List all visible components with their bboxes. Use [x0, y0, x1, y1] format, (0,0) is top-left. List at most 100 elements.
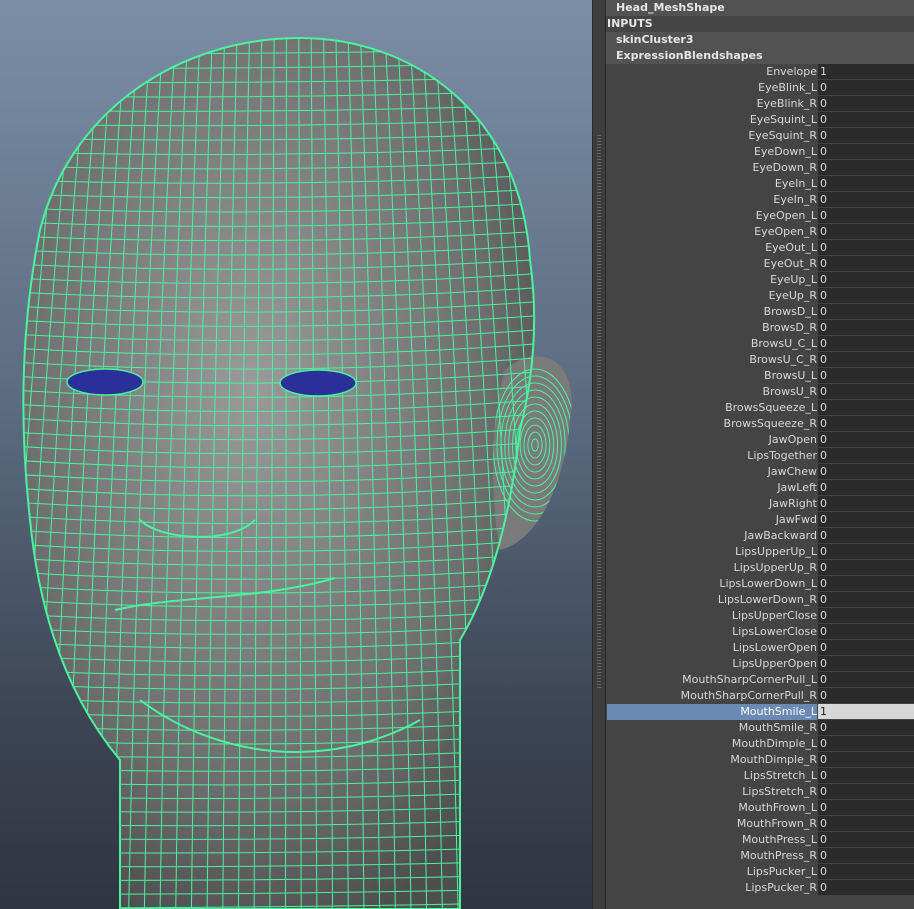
attribute-name[interactable]: Envelope [606, 64, 817, 80]
attribute-name[interactable]: LipsPucker_R [606, 880, 817, 896]
attribute-value-field[interactable]: 0 [818, 480, 914, 495]
attribute-name[interactable]: LipsTogether [606, 448, 817, 464]
attribute-row[interactable]: LipsUpperUp_R 0 [606, 560, 914, 576]
attribute-name[interactable]: JawOpen [606, 432, 817, 448]
attribute-name[interactable]: MouthSmile_L [607, 704, 817, 720]
attribute-row[interactable]: EyeBlink_R 0 [606, 96, 914, 112]
node-title[interactable]: Head_MeshShape [606, 0, 914, 16]
attribute-value-field[interactable]: 0 [818, 720, 914, 735]
attribute-name[interactable]: BrowsU_R [606, 384, 817, 400]
attribute-value-field[interactable]: 0 [818, 544, 914, 559]
attribute-name[interactable]: EyeIn_L [606, 176, 817, 192]
attribute-name[interactable]: LipsStretch_L [606, 768, 817, 784]
attribute-row[interactable]: BrowsD_L 0 [606, 304, 914, 320]
attribute-name[interactable]: LipsPucker_L [606, 864, 817, 880]
attribute-name[interactable]: EyeOpen_L [606, 208, 817, 224]
attribute-row[interactable]: EyeDown_R 0 [606, 160, 914, 176]
attribute-value-field[interactable]: 0 [818, 144, 914, 159]
attribute-row[interactable]: MouthSmile_R 0 [606, 720, 914, 736]
attribute-name[interactable]: MouthFrown_L [606, 800, 817, 816]
attribute-value-field[interactable]: 0 [818, 256, 914, 271]
attribute-name[interactable]: EyeOpen_R [606, 224, 817, 240]
attribute-value-field[interactable]: 0 [818, 768, 914, 783]
attribute-value-field[interactable]: 0 [818, 96, 914, 111]
attribute-value-field[interactable]: 0 [818, 432, 914, 447]
attribute-name[interactable]: MouthSharpCornerPull_R [606, 688, 817, 704]
attribute-value-field[interactable]: 0 [818, 672, 914, 687]
attribute-row[interactable]: EyeSquint_L 0 [606, 112, 914, 128]
attribute-row[interactable]: LipsStretch_R 0 [606, 784, 914, 800]
attribute-row[interactable]: BrowsSqueeze_L 0 [606, 400, 914, 416]
attribute-name[interactable]: LipsUpperUp_R [606, 560, 817, 576]
attribute-value-field[interactable]: 0 [818, 640, 914, 655]
attribute-name[interactable]: EyeSquint_L [606, 112, 817, 128]
attribute-value-field[interactable]: 0 [818, 736, 914, 751]
attribute-row[interactable]: MouthFrown_L 0 [606, 800, 914, 816]
attribute-name[interactable]: MouthFrown_R [606, 816, 817, 832]
attribute-name[interactable]: LipsLowerClose [606, 624, 817, 640]
attribute-row[interactable]: MouthSharpCornerPull_L 0 [606, 672, 914, 688]
attribute-row[interactable]: BrowsU_R 0 [606, 384, 914, 400]
attribute-name[interactable]: LipsStretch_R [606, 784, 817, 800]
attribute-value-field[interactable]: 0 [818, 576, 914, 591]
3d-viewport[interactable] [0, 0, 592, 909]
attribute-value-field[interactable]: 0 [818, 352, 914, 367]
attribute-name[interactable]: JawRight [606, 496, 817, 512]
attribute-value-field[interactable]: 0 [818, 128, 914, 143]
attribute-name[interactable]: BrowsU_C_R [606, 352, 817, 368]
attribute-row[interactable]: EyeBlink_L 0 [606, 80, 914, 96]
attribute-value-field[interactable]: 0 [818, 656, 914, 671]
attribute-value-field[interactable]: 0 [818, 848, 914, 863]
attribute-row[interactable]: JawFwd 0 [606, 512, 914, 528]
attribute-name[interactable]: BrowsU_C_L [606, 336, 817, 352]
attribute-name[interactable]: EyeIn_R [606, 192, 817, 208]
attribute-name[interactable]: EyeDown_L [606, 144, 817, 160]
attribute-value-field[interactable]: 0 [818, 864, 914, 879]
attribute-value-field[interactable]: 0 [818, 368, 914, 383]
attribute-value-field[interactable]: 0 [818, 512, 914, 527]
attribute-value-field[interactable]: 0 [818, 592, 914, 607]
attribute-row[interactable]: BrowsD_R 0 [606, 320, 914, 336]
attribute-row[interactable]: MouthFrown_R 0 [606, 816, 914, 832]
attribute-row[interactable]: LipsStretch_L 0 [606, 768, 914, 784]
attribute-row[interactable]: LipsLowerOpen 0 [606, 640, 914, 656]
attribute-name[interactable]: BrowsU_L [606, 368, 817, 384]
attribute-name[interactable]: JawFwd [606, 512, 817, 528]
attribute-row[interactable]: EyeUp_R 0 [606, 288, 914, 304]
attribute-value-field[interactable]: 0 [818, 800, 914, 815]
attribute-row[interactable]: LipsLowerDown_R 0 [606, 592, 914, 608]
attribute-row[interactable]: LipsUpperClose 0 [606, 608, 914, 624]
attribute-value-field[interactable]: 0 [818, 416, 914, 431]
attribute-value-field[interactable]: 0 [818, 80, 914, 95]
attribute-row[interactable]: MouthSmile_L 1 [606, 704, 914, 720]
attribute-row[interactable]: BrowsU_C_L 0 [606, 336, 914, 352]
attribute-row[interactable]: EyeOpen_L 0 [606, 208, 914, 224]
attribute-value-field[interactable]: 0 [818, 240, 914, 255]
attribute-name[interactable]: JawLeft [606, 480, 817, 496]
attribute-name[interactable]: EyeBlink_L [606, 80, 817, 96]
attribute-value-field[interactable]: 1 [818, 704, 914, 719]
attribute-name[interactable]: MouthPress_L [606, 832, 817, 848]
attribute-row[interactable]: BrowsU_L 0 [606, 368, 914, 384]
attribute-row[interactable]: EyeIn_L 0 [606, 176, 914, 192]
head-mesh-wireframe[interactable] [0, 0, 592, 909]
attribute-value-field[interactable]: 0 [818, 208, 914, 223]
attribute-row[interactable]: JawBackward 0 [606, 528, 914, 544]
attribute-value-field[interactable]: 0 [818, 192, 914, 207]
attribute-value-field[interactable]: 0 [818, 624, 914, 639]
attribute-name[interactable]: BrowsD_L [606, 304, 817, 320]
attribute-name[interactable]: JawChew [606, 464, 817, 480]
attribute-value-field[interactable]: 0 [818, 384, 914, 399]
attribute-name[interactable]: EyeOut_R [606, 256, 817, 272]
attribute-name[interactable]: MouthPress_R [606, 848, 817, 864]
attribute-row[interactable]: LipsLowerDown_L 0 [606, 576, 914, 592]
skin-cluster-node[interactable]: skinCluster3 [606, 32, 914, 48]
attribute-row[interactable]: EyeOpen_R 0 [606, 224, 914, 240]
attribute-value-field[interactable]: 0 [818, 160, 914, 175]
attribute-name[interactable]: EyeBlink_R [606, 96, 817, 112]
attribute-name[interactable]: EyeDown_R [606, 160, 817, 176]
attribute-value-field[interactable]: 0 [818, 320, 914, 335]
attribute-row[interactable]: EyeDown_L 0 [606, 144, 914, 160]
attribute-name[interactable]: LipsUpperUp_L [606, 544, 817, 560]
attribute-row[interactable]: EyeIn_R 0 [606, 192, 914, 208]
